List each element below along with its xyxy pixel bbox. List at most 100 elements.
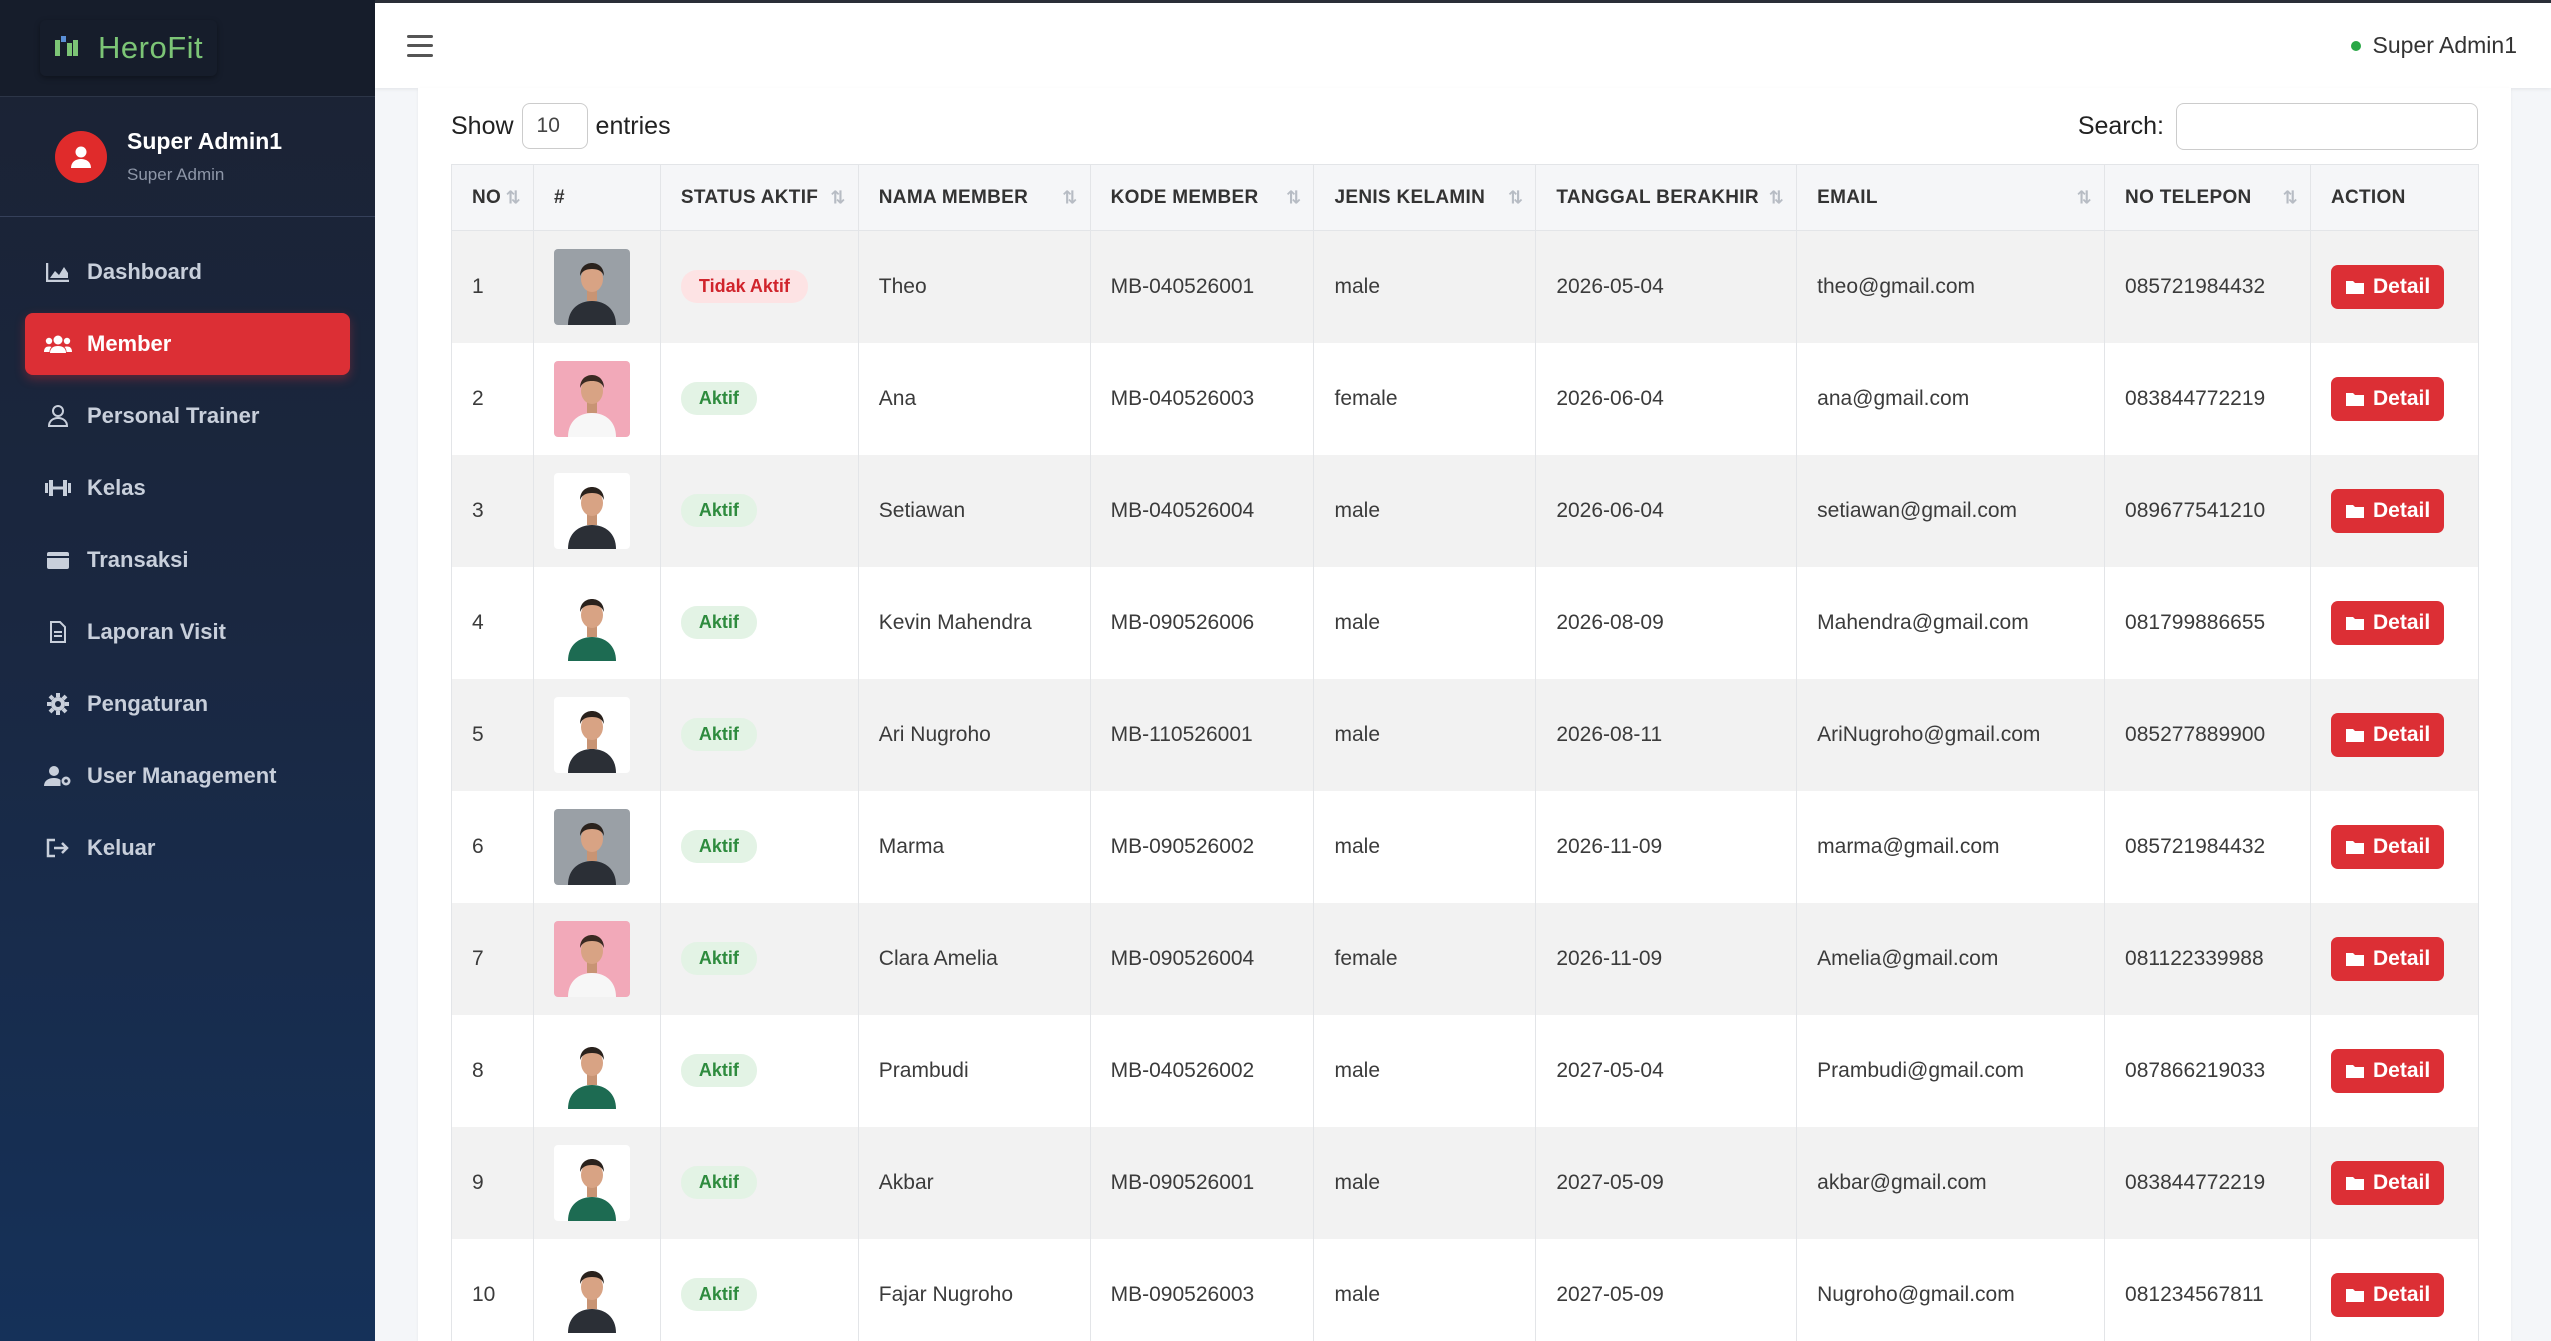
column-header-jenis-kelamin[interactable]: JENIS KELAMIN ⇅ bbox=[1313, 164, 1537, 231]
cell-email: theo@gmail.com bbox=[1796, 230, 2106, 343]
folder-icon bbox=[2345, 616, 2364, 630]
detail-button-label: Detail bbox=[2372, 1058, 2431, 1082]
sidebar-item-user-management[interactable]: User Management bbox=[25, 745, 350, 807]
entries-select[interactable]: 10 bbox=[521, 103, 588, 149]
gear-icon bbox=[43, 689, 73, 719]
member-photo bbox=[553, 472, 630, 549]
column-header-kode-member[interactable]: KODE MEMBER ⇅ bbox=[1089, 164, 1315, 231]
cell-no: 4 bbox=[451, 566, 534, 679]
column-header-label: # bbox=[553, 186, 565, 208]
brand-link[interactable]: HeroFit bbox=[40, 20, 217, 76]
cell-tanggal: 2026-08-11 bbox=[1535, 678, 1798, 791]
detail-button[interactable]: Detail bbox=[2330, 1272, 2445, 1317]
cell-action: Detail bbox=[2309, 678, 2480, 791]
table-body: 1 Tidak Aktif Theo MB-040526001 male 2026-05-… bbox=[451, 230, 2480, 1341]
column-header-nama-member[interactable]: NAMA MEMBER ⇅ bbox=[857, 164, 1091, 231]
table-row: 4 Aktif Kevin Mahendra MB-090526006 male 2026… bbox=[451, 566, 2480, 679]
member-photo bbox=[553, 1144, 630, 1221]
users-icon bbox=[43, 329, 73, 359]
sidebar-item-label: Keluar bbox=[87, 835, 156, 860]
status-badge: Aktif bbox=[680, 1054, 757, 1087]
sidebar-item-keluar[interactable]: Keluar bbox=[25, 817, 350, 879]
logo-icon bbox=[54, 34, 80, 63]
cell-no: 1 bbox=[451, 230, 534, 343]
detail-button[interactable]: Detail bbox=[2330, 824, 2445, 869]
sidebar-item-label: User Management bbox=[87, 763, 277, 788]
logout-icon bbox=[43, 833, 73, 863]
column-header-no[interactable]: NO ⇅ bbox=[451, 164, 534, 231]
cell-email: marma@gmail.com bbox=[1796, 790, 2106, 903]
member-photo bbox=[553, 808, 630, 885]
sort-icon: ⇅ bbox=[505, 187, 521, 207]
table-row: 10 Aktif Fajar Nugroho MB-090526003 male 2027… bbox=[451, 1238, 2480, 1341]
column-header-status-aktif[interactable]: STATUS AKTIF ⇅ bbox=[659, 164, 859, 231]
sort-icon: ⇅ bbox=[1768, 187, 1785, 207]
detail-button-label: Detail bbox=[2372, 610, 2431, 634]
column-header-email[interactable]: EMAIL ⇅ bbox=[1796, 164, 2106, 231]
cell-no: 8 bbox=[451, 1014, 534, 1127]
folder-icon bbox=[2345, 952, 2364, 966]
topbar-user[interactable]: Super Admin1 bbox=[2350, 32, 2517, 59]
member-photo bbox=[553, 1256, 630, 1333]
cell-tanggal: 2027-05-09 bbox=[1535, 1238, 1798, 1341]
cell-email: ana@gmail.com bbox=[1796, 342, 2106, 455]
cell-action: Detail bbox=[2309, 454, 2480, 567]
cell-jenis-kelamin: male bbox=[1313, 790, 1537, 903]
detail-button[interactable]: Detail bbox=[2330, 488, 2445, 533]
sort-icon: ⇅ bbox=[1507, 187, 1524, 207]
folder-icon bbox=[2345, 1176, 2364, 1190]
sidebar-item-laporan-visit[interactable]: Laporan Visit bbox=[25, 601, 350, 663]
cell-nama: Setiawan bbox=[857, 454, 1091, 567]
sidebar-item-personal-trainer[interactable]: Personal Trainer bbox=[25, 385, 350, 447]
cell-nama: Kevin Mahendra bbox=[857, 566, 1091, 679]
cell-no: 2 bbox=[451, 342, 534, 455]
cell-kode: MB-040526003 bbox=[1089, 342, 1315, 455]
user-panel[interactable]: Super Admin1 Super Admin bbox=[0, 97, 375, 217]
column-header-tanggal-berakhir[interactable]: TANGGAL BERAKHIR ⇅ bbox=[1535, 164, 1798, 231]
cell-no: 6 bbox=[451, 790, 534, 903]
sidebar-item-transaksi[interactable]: Transaksi bbox=[25, 529, 350, 591]
sort-icon: ⇅ bbox=[830, 187, 846, 207]
cell-jenis-kelamin: male bbox=[1313, 1238, 1537, 1341]
sidebar-item-member[interactable]: Member bbox=[25, 313, 350, 375]
status-badge: Aktif bbox=[680, 606, 757, 639]
column-header-label: STATUS AKTIF bbox=[680, 186, 819, 208]
cell-action: Detail bbox=[2309, 902, 2480, 1015]
avatar bbox=[55, 130, 107, 183]
cell-email: Nugroho@gmail.com bbox=[1796, 1238, 2106, 1341]
cell-telepon: 081122339988 bbox=[2104, 902, 2311, 1015]
cell-photo bbox=[532, 790, 661, 903]
column-header-photo: # bbox=[532, 164, 661, 231]
column-header-no-telepon[interactable]: NO TELEPON ⇅ bbox=[2104, 164, 2311, 231]
sidebar-item-label: Pengaturan bbox=[87, 691, 209, 716]
member-photo bbox=[553, 920, 630, 997]
detail-button[interactable]: Detail bbox=[2330, 264, 2445, 309]
cell-action: Detail bbox=[2309, 342, 2480, 455]
cell-photo bbox=[532, 230, 661, 343]
cell-email: Amelia@gmail.com bbox=[1796, 902, 2106, 1015]
cell-telepon: 087866219033 bbox=[2104, 1014, 2311, 1127]
detail-button[interactable]: Detail bbox=[2330, 712, 2445, 757]
sidebar-item-pengaturan[interactable]: Pengaturan bbox=[25, 673, 350, 735]
detail-button[interactable]: Detail bbox=[2330, 1048, 2445, 1093]
cell-telepon: 081234567811 bbox=[2104, 1238, 2311, 1341]
status-badge: Aktif bbox=[680, 494, 757, 527]
table-row: 7 Aktif Clara Amelia MB-090526004 female 2026… bbox=[451, 902, 2480, 1015]
folder-icon bbox=[2345, 1288, 2364, 1302]
sidebar-item-label: Transaksi bbox=[87, 547, 189, 572]
detail-button[interactable]: Detail bbox=[2330, 1160, 2445, 1205]
search-input[interactable] bbox=[2176, 102, 2478, 150]
member-photo bbox=[553, 360, 630, 437]
table-search: Search: bbox=[2078, 102, 2478, 150]
detail-button[interactable]: Detail bbox=[2330, 936, 2445, 981]
menu-toggle-icon[interactable] bbox=[407, 34, 433, 57]
detail-button[interactable]: Detail bbox=[2330, 376, 2445, 421]
cell-kode: MB-090526004 bbox=[1089, 902, 1315, 1015]
sidebar-item-kelas[interactable]: Kelas bbox=[25, 457, 350, 519]
sidebar-item-dashboard[interactable]: Dashboard bbox=[25, 241, 350, 303]
detail-button[interactable]: Detail bbox=[2330, 600, 2445, 645]
folder-icon bbox=[2345, 840, 2364, 854]
chart-area-icon bbox=[43, 257, 73, 287]
cell-nama: Marma bbox=[857, 790, 1091, 903]
column-header-action: ACTION bbox=[2309, 164, 2480, 231]
